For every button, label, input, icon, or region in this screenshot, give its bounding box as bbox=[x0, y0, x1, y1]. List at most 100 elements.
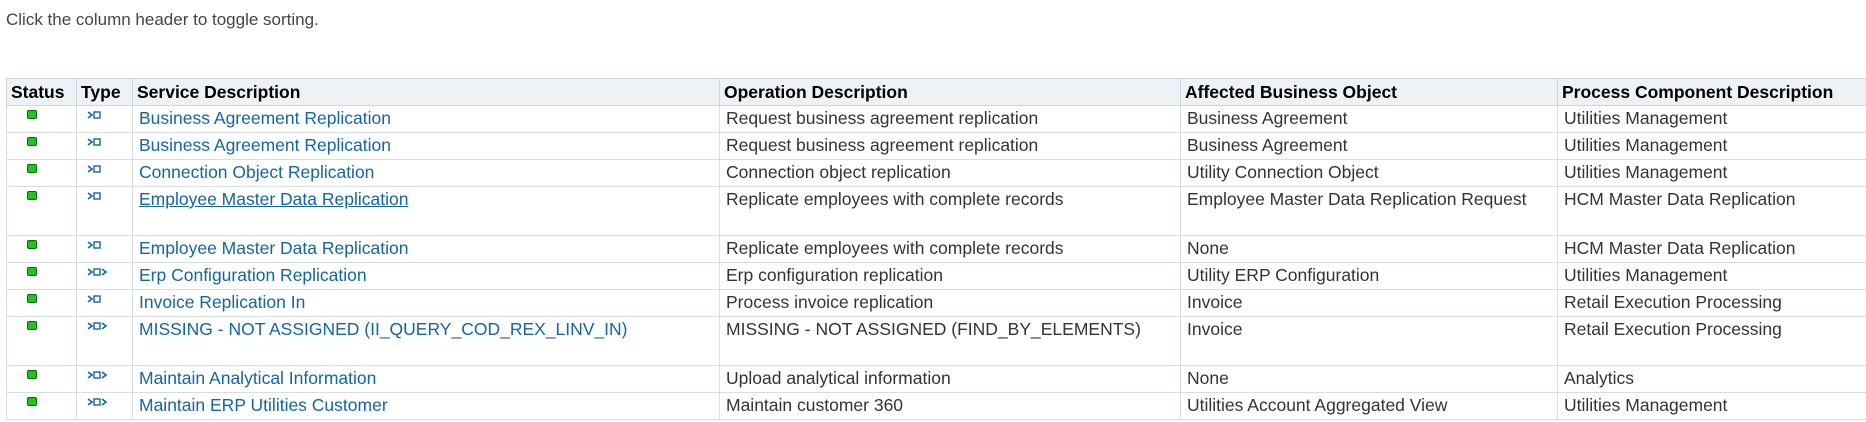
service-description-cell: Connection Object Replication bbox=[132, 159, 720, 187]
operation-description-cell: MISSING - NOT ASSIGNED (FIND_BY_ELEMENTS… bbox=[719, 316, 1181, 366]
inbound-outbound-service-icon bbox=[87, 322, 108, 330]
status-ok-icon bbox=[27, 321, 37, 330]
operation-description-cell: Connection object replication bbox=[719, 159, 1181, 187]
type-cell bbox=[76, 392, 133, 420]
operation-description-cell: Upload analytical information bbox=[719, 365, 1181, 393]
business-object-cell: Utilities Account Aggregated View bbox=[1180, 392, 1558, 420]
business-object-cell: Business Agreement bbox=[1180, 132, 1558, 160]
type-cell bbox=[76, 262, 133, 290]
table-header-row: Status Type Service Description Operatio… bbox=[6, 78, 1866, 106]
service-description-cell: Erp Configuration Replication bbox=[132, 262, 720, 290]
status-ok-icon bbox=[27, 240, 37, 249]
business-object-cell: Utility Connection Object bbox=[1180, 159, 1558, 187]
table-row: Invoice Replication In Process invoice r… bbox=[6, 289, 1866, 317]
status-ok-icon bbox=[27, 397, 37, 406]
process-component-cell: Retail Execution Processing bbox=[1557, 316, 1866, 366]
table-row: Employee Master Data Replication Replica… bbox=[6, 235, 1866, 263]
service-description-cell: Employee Master Data Replication bbox=[132, 186, 720, 236]
process-component-cell: Utilities Management bbox=[1557, 159, 1866, 187]
table-row: Erp Configuration Replication Erp config… bbox=[6, 262, 1866, 290]
service-link[interactable]: Employee Master Data Replication bbox=[139, 238, 408, 258]
service-description-cell: Business Agreement Replication bbox=[132, 132, 720, 160]
service-description-cell: Invoice Replication In bbox=[132, 289, 720, 317]
type-cell bbox=[76, 289, 133, 317]
inbound-service-icon bbox=[87, 138, 101, 146]
type-cell bbox=[76, 159, 133, 187]
inbound-service-icon bbox=[87, 192, 101, 200]
table-row: Business Agreement Replication Request b… bbox=[6, 132, 1866, 160]
process-component-cell: HCM Master Data Replication bbox=[1557, 235, 1866, 263]
status-ok-icon bbox=[27, 191, 37, 200]
type-cell bbox=[76, 365, 133, 393]
column-header-type[interactable]: Type bbox=[76, 78, 133, 106]
column-header-service-description[interactable]: Service Description bbox=[132, 78, 720, 106]
business-object-cell: Invoice bbox=[1180, 316, 1558, 366]
status-cell bbox=[6, 289, 77, 317]
process-component-cell: Analytics bbox=[1557, 365, 1866, 393]
column-header-process-component-description[interactable]: Process Component Description bbox=[1557, 78, 1866, 106]
inbound-outbound-service-icon bbox=[87, 398, 108, 406]
service-link[interactable]: MISSING - NOT ASSIGNED (II_QUERY_COD_REX… bbox=[139, 319, 628, 339]
column-header-status[interactable]: Status bbox=[6, 78, 77, 106]
status-cell bbox=[6, 132, 77, 160]
process-component-cell: Utilities Management bbox=[1557, 262, 1866, 290]
service-link[interactable]: Employee Master Data Replication bbox=[139, 189, 408, 209]
services-table-container: Status Type Service Description Operatio… bbox=[6, 78, 1866, 420]
process-component-cell: Utilities Management bbox=[1557, 132, 1866, 160]
status-ok-icon bbox=[27, 164, 37, 173]
table-row: Maintain ERP Utilities Customer Maintain… bbox=[6, 392, 1866, 420]
services-table: Status Type Service Description Operatio… bbox=[6, 78, 1866, 420]
service-link[interactable]: Maintain Analytical Information bbox=[139, 368, 376, 388]
status-ok-icon bbox=[27, 267, 37, 276]
inbound-outbound-service-icon bbox=[87, 268, 108, 276]
service-description-cell: Maintain ERP Utilities Customer bbox=[132, 392, 720, 420]
process-component-cell: Retail Execution Processing bbox=[1557, 289, 1866, 317]
operation-description-cell: Request business agreement replication bbox=[719, 132, 1181, 160]
status-cell bbox=[6, 235, 77, 263]
operation-description-cell: Replicate employees with complete record… bbox=[719, 186, 1181, 236]
inbound-service-icon bbox=[87, 295, 101, 303]
type-cell bbox=[76, 132, 133, 160]
operation-description-cell: Erp configuration replication bbox=[719, 262, 1181, 290]
service-link[interactable]: Connection Object Replication bbox=[139, 162, 374, 182]
process-component-cell: Utilities Management bbox=[1557, 105, 1866, 133]
inbound-service-icon bbox=[87, 165, 101, 173]
business-object-cell: Utility ERP Configuration bbox=[1180, 262, 1558, 290]
service-description-cell: Maintain Analytical Information bbox=[132, 365, 720, 393]
service-description-cell: Employee Master Data Replication bbox=[132, 235, 720, 263]
status-ok-icon bbox=[27, 294, 37, 303]
table-row: Connection Object Replication Connection… bbox=[6, 159, 1866, 187]
column-header-affected-business-object[interactable]: Affected Business Object bbox=[1180, 78, 1558, 106]
status-cell bbox=[6, 316, 77, 366]
status-cell bbox=[6, 105, 77, 133]
business-object-cell: Invoice bbox=[1180, 289, 1558, 317]
status-cell bbox=[6, 392, 77, 420]
business-object-cell: Employee Master Data Replication Request bbox=[1180, 186, 1558, 236]
status-cell bbox=[6, 365, 77, 393]
status-cell bbox=[6, 186, 77, 236]
status-ok-icon bbox=[27, 137, 37, 146]
service-link[interactable]: Business Agreement Replication bbox=[139, 135, 391, 155]
business-object-cell: None bbox=[1180, 365, 1558, 393]
status-ok-icon bbox=[27, 370, 37, 379]
type-cell bbox=[76, 316, 133, 366]
table-row: MISSING - NOT ASSIGNED (II_QUERY_COD_REX… bbox=[6, 316, 1866, 366]
operation-description-cell: Maintain customer 360 bbox=[719, 392, 1181, 420]
status-ok-icon bbox=[27, 110, 37, 119]
column-header-operation-description[interactable]: Operation Description bbox=[719, 78, 1181, 106]
operation-description-cell: Request business agreement replication bbox=[719, 105, 1181, 133]
operation-description-cell: Replicate employees with complete record… bbox=[719, 235, 1181, 263]
type-cell bbox=[76, 235, 133, 263]
service-link[interactable]: Maintain ERP Utilities Customer bbox=[139, 395, 388, 415]
status-cell bbox=[6, 262, 77, 290]
service-link[interactable]: Erp Configuration Replication bbox=[139, 265, 367, 285]
table-row: Employee Master Data Replication Replica… bbox=[6, 186, 1866, 236]
service-link[interactable]: Invoice Replication In bbox=[139, 292, 305, 312]
type-cell bbox=[76, 105, 133, 133]
service-link[interactable]: Business Agreement Replication bbox=[139, 108, 391, 128]
sorting-hint: Click the column header to toggle sortin… bbox=[6, 10, 319, 29]
service-description-cell: MISSING - NOT ASSIGNED (II_QUERY_COD_REX… bbox=[132, 316, 720, 366]
status-cell bbox=[6, 159, 77, 187]
operation-description-cell: Process invoice replication bbox=[719, 289, 1181, 317]
process-component-cell: Utilities Management bbox=[1557, 392, 1866, 420]
